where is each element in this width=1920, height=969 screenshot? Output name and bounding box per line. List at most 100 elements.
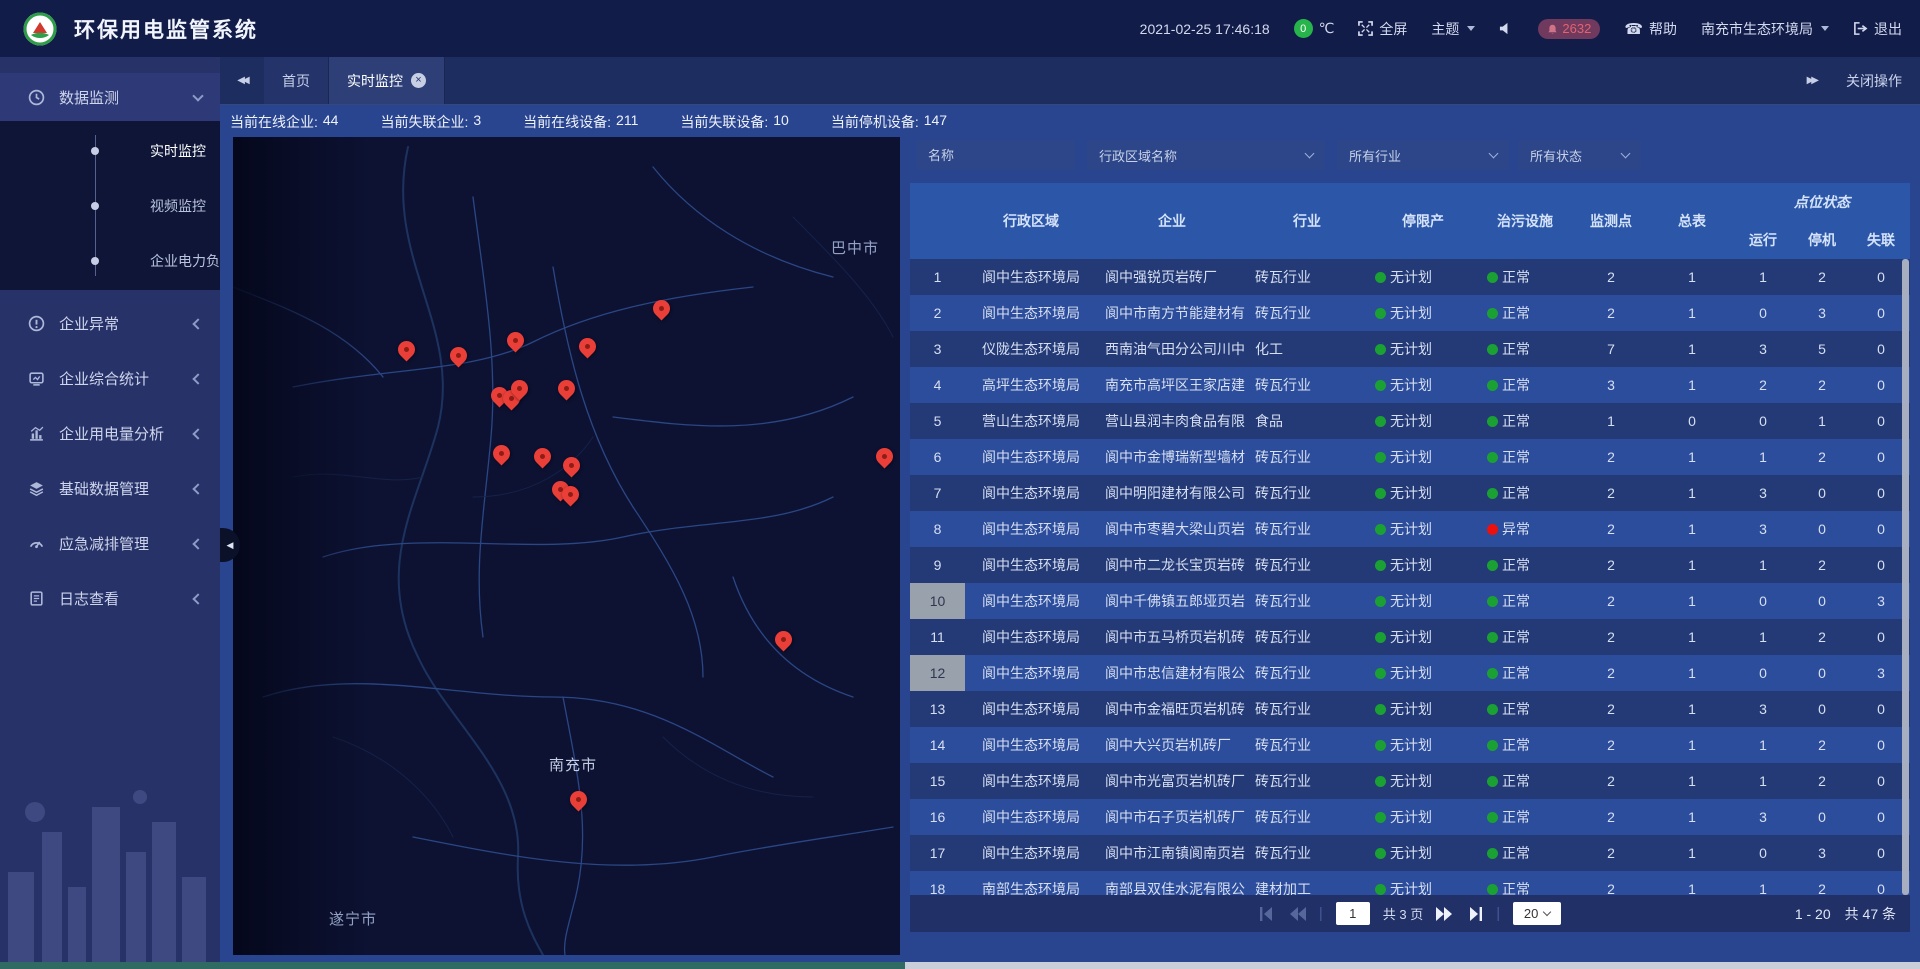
tab-首页[interactable]: 首页 (264, 57, 329, 104)
stats-bar: 当前在线企业:44当前失联企业:3当前在线设备:211当前失联设备:10当前停机… (230, 107, 947, 137)
cell-company: 阆中市石子页岩机砖厂 (1097, 799, 1247, 835)
cell-industry: 砖瓦行业 (1247, 547, 1367, 583)
bottom-scrollbar-thumb[interactable] (905, 962, 1920, 969)
cell-stop: 3 (1793, 295, 1851, 331)
cell-company: 阆中市枣碧大梁山页岩 (1097, 511, 1247, 547)
stat-label: 当前失联企业: (380, 112, 468, 132)
name-filter-input[interactable] (928, 148, 1063, 163)
cell-stop: 0 (1793, 655, 1851, 691)
table-row[interactable]: 11阆中生态环境局阆中市五马桥页岩机砖砖瓦行业无计划正常21120 (910, 619, 1910, 655)
status-dot-green (1375, 632, 1386, 643)
sidebar-group-企业综合统计[interactable]: 企业综合统计 (0, 351, 220, 406)
cell-industry: 砖瓦行业 (1247, 727, 1367, 763)
stats-icon (28, 370, 45, 387)
org-dropdown[interactable]: 南充市生态环境局 (1701, 19, 1829, 39)
name-filter-field[interactable] (916, 140, 1075, 170)
status-dot-green (1375, 272, 1386, 283)
help-button[interactable]: ☎ 帮助 (1624, 19, 1677, 39)
page-size-select[interactable]: 20 (1513, 902, 1561, 925)
cell-facility: 正常 (1479, 547, 1571, 583)
cell-points: 1 (1571, 403, 1651, 439)
col-industry: 行业 (1247, 183, 1367, 259)
cell-industry: 建材加工 (1247, 871, 1367, 895)
fullscreen-button[interactable]: 全屏 (1358, 19, 1407, 39)
row-number: 5 (910, 403, 965, 439)
sidebar-item-企业电力负荷明细[interactable]: 企业电力负荷明细 (0, 233, 220, 288)
col-stop: 停机 (1793, 221, 1851, 259)
cell-plan: 无计划 (1367, 331, 1479, 367)
cell-company: 阆中市金福旺页岩机砖 (1097, 691, 1247, 727)
table-header: 行政区域 企业 行业 停限产 治污设施 监测点 总表 点位状态 运行 停机 失联 (910, 183, 1910, 259)
table-row[interactable]: 3仪陇生态环境局西南油气田分公司川中化工无计划正常71350 (910, 331, 1910, 367)
table-row[interactable]: 1阆中生态环境局阆中强锐页岩砖厂砖瓦行业无计划正常21120 (910, 259, 1910, 295)
table-row[interactable]: 10阆中生态环境局阆中千佛镇五郎垭页岩砖瓦行业无计划正常21003 (910, 583, 1910, 619)
status-dot-green (1375, 344, 1386, 355)
first-page-button[interactable] (1259, 907, 1276, 921)
sidebar-group-基础数据管理[interactable]: 基础数据管理 (0, 461, 220, 516)
table-row[interactable]: 13阆中生态环境局阆中市金福旺页岩机砖砖瓦行业无计划正常21300 (910, 691, 1910, 727)
volume-button[interactable] (1499, 21, 1514, 36)
stat-value: 211 (616, 112, 638, 132)
close-operations-button[interactable]: 关闭操作 (1846, 71, 1902, 91)
status-dot-green (1375, 740, 1386, 751)
status-dot-green (1375, 704, 1386, 715)
table-row[interactable]: 9阆中生态环境局阆中市二龙长宝页岩砖砖瓦行业无计划正常21120 (910, 547, 1910, 583)
chevron-down-icon (1821, 26, 1829, 31)
table-row[interactable]: 17阆中生态环境局阆中市江南镇阆南页岩砖瓦行业无计划正常21030 (910, 835, 1910, 871)
sidebar-group-数据监测[interactable]: 数据监测 (0, 73, 220, 121)
status-dot-green (1375, 668, 1386, 679)
cell-run: 3 (1733, 691, 1793, 727)
table-row[interactable]: 15阆中生态环境局阆中市光富页岩机砖厂砖瓦行业无计划正常21120 (910, 763, 1910, 799)
cell-region: 阆中生态环境局 (965, 799, 1097, 835)
sidebar-group-企业异常[interactable]: 企业异常 (0, 296, 220, 351)
table-row[interactable]: 4高坪生态环境局南充市高坪区王家店建砖瓦行业无计划正常31220 (910, 367, 1910, 403)
col-group-point-status: 点位状态 (1733, 183, 1911, 221)
alert-counter[interactable]: 2632 (1538, 19, 1600, 39)
status-dot-green (1487, 668, 1498, 679)
region-filter-select[interactable]: 行政区域名称 (1087, 140, 1325, 170)
row-number: 2 (910, 295, 965, 331)
table-row[interactable]: 18南部生态环境局南部县双佳水泥有限公建材加工无计划正常21120 (910, 871, 1910, 895)
status-dot-green (1487, 848, 1498, 859)
status-filter-select[interactable]: 所有状态 (1518, 140, 1641, 170)
prev-page-button[interactable] (1289, 907, 1306, 921)
stat-item: 当前停机设备:147 (831, 112, 947, 132)
tab-实时监控[interactable]: 实时监控× (329, 57, 445, 104)
map-panel[interactable]: 巴中市南充市遂宁市 (233, 137, 900, 955)
table-row[interactable]: 8阆中生态环境局阆中市枣碧大梁山页岩砖瓦行业无计划异常21300 (910, 511, 1910, 547)
logout-button[interactable]: 退出 (1853, 19, 1902, 39)
cell-plan: 无计划 (1367, 655, 1479, 691)
cell-stop: 0 (1793, 475, 1851, 511)
tabs-scroll-left-button[interactable]: ◀◀ (220, 57, 264, 104)
sidebar-item-实时监控[interactable]: 实时监控 (0, 123, 220, 178)
theme-dropdown[interactable]: 主题 (1431, 19, 1475, 39)
table-row[interactable]: 16阆中生态环境局阆中市石子页岩机砖厂砖瓦行业无计划正常21300 (910, 799, 1910, 835)
industry-filter-select[interactable]: 所有行业 (1337, 140, 1509, 170)
table-scrollbar[interactable] (1902, 259, 1909, 895)
tabs-scroll-right-button[interactable]: ▶▶ (1807, 75, 1816, 86)
sidebar-group-日志查看[interactable]: 日志查看 (0, 571, 220, 626)
status-dot-green (1487, 416, 1498, 427)
sidebar-item-视频监控[interactable]: 视频监控 (0, 178, 220, 233)
table-row[interactable]: 12阆中生态环境局阆中市忠信建材有限公砖瓦行业无计划正常21003 (910, 655, 1910, 691)
stat-value: 44 (323, 112, 339, 132)
status-dot-green (1375, 488, 1386, 499)
table-row[interactable]: 14阆中生态环境局阆中大兴页岩机砖厂砖瓦行业无计划正常21120 (910, 727, 1910, 763)
main-area: ◀◀ 首页实时监控× ▶▶ 关闭操作 当前在线企业:44当前失联企业:3当前在线… (220, 57, 1920, 969)
table-row[interactable]: 7阆中生态环境局阆中明阳建材有限公司砖瓦行业无计划正常21300 (910, 475, 1910, 511)
cell-region: 阆中生态环境局 (965, 727, 1097, 763)
close-tab-icon[interactable]: × (411, 73, 426, 88)
page-title: 环保用电监管系统 (74, 14, 258, 44)
next-page-button[interactable] (1436, 907, 1453, 921)
cell-stop: 2 (1793, 763, 1851, 799)
table-row[interactable]: 6阆中生态环境局阆中市金博瑞新型墙材砖瓦行业无计划正常21120 (910, 439, 1910, 475)
cell-company: 阆中市二龙长宝页岩砖 (1097, 547, 1247, 583)
sidebar-group-企业用电量分析[interactable]: 企业用电量分析 (0, 406, 220, 461)
sidebar-group-应急减排管理[interactable]: 应急减排管理 (0, 516, 220, 571)
chevron-left-icon (192, 318, 203, 329)
table-row[interactable]: 2阆中生态环境局阆中市南方节能建材有砖瓦行业无计划正常21030 (910, 295, 1910, 331)
table-row[interactable]: 5营山生态环境局营山县润丰肉食品有限食品无计划正常10010 (910, 403, 1910, 439)
page-number-input[interactable] (1336, 902, 1370, 925)
cell-region: 阆中生态环境局 (965, 295, 1097, 331)
last-page-button[interactable] (1466, 907, 1483, 921)
